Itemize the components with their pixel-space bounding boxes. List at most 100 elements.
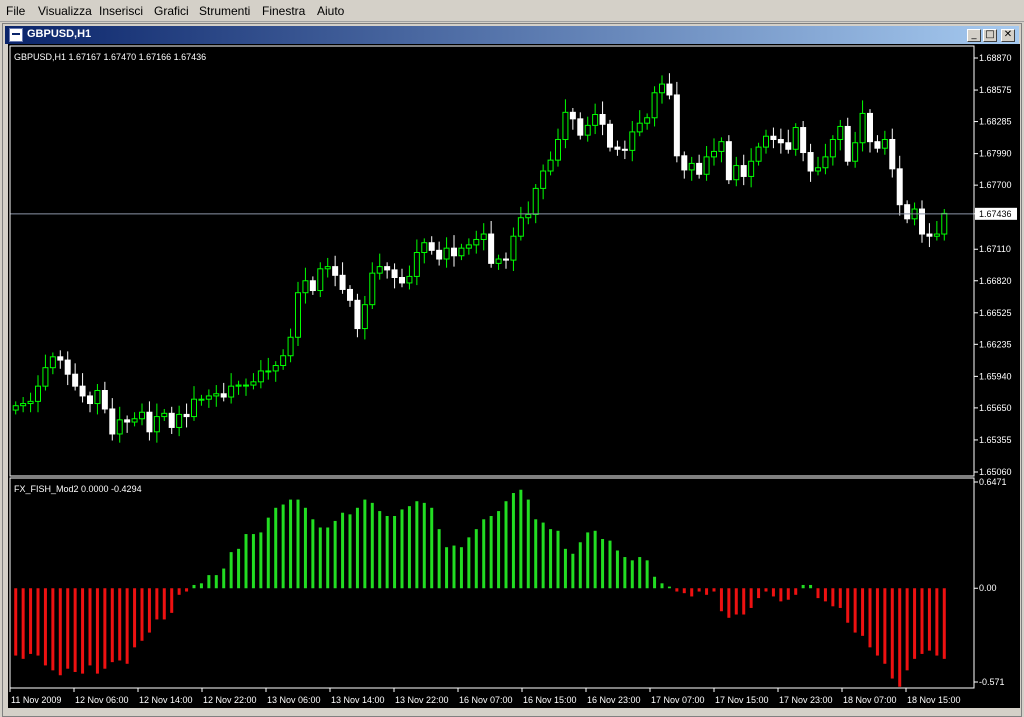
candle-body <box>354 299 361 330</box>
time-axis: 11 Nov 2009 12 Nov 06:00 12 Nov 14:00 12 No… <box>9 688 961 705</box>
candle-body <box>20 403 27 407</box>
candle-body <box>79 385 86 397</box>
indicator-bar <box>868 588 872 648</box>
candle-body <box>124 419 131 423</box>
menu-grafici[interactable]: Grafici <box>154 4 189 18</box>
indicator-bar <box>192 584 196 589</box>
indicator-bar <box>712 588 716 592</box>
candle-body <box>428 242 435 251</box>
indicator-bar <box>779 588 783 602</box>
menu-visualizza[interactable]: Visualizza <box>38 4 92 18</box>
indicator-bar <box>764 588 768 592</box>
candle-body <box>733 165 740 181</box>
candle-body <box>57 356 64 361</box>
indicator-bar <box>162 588 166 620</box>
candle-body <box>904 204 911 220</box>
candle-body <box>280 355 287 367</box>
indicator-bar <box>534 519 538 589</box>
indicator-bar <box>281 504 285 589</box>
candle-body <box>525 213 532 219</box>
indicator-bar <box>125 588 129 664</box>
candle-body <box>391 269 398 278</box>
candle-body <box>696 162 703 175</box>
minimize-button[interactable]: _ <box>967 29 981 42</box>
indicator-bar <box>237 548 241 589</box>
indicator-bar <box>927 588 931 651</box>
indicator-bar <box>296 499 300 589</box>
indicator-bar <box>133 588 137 648</box>
indicator-bar <box>630 560 634 589</box>
time-tick-label: 13 Nov 06:00 <box>267 695 321 705</box>
candle-body <box>621 148 628 151</box>
candle-body <box>488 233 495 264</box>
indicator-layer <box>14 489 946 687</box>
indicator-tick-label: 0.6471 <box>979 477 1007 487</box>
candle-body <box>413 252 420 277</box>
indicator-bar <box>675 588 679 592</box>
menu-file[interactable]: File <box>6 4 25 18</box>
candle-body <box>361 304 368 330</box>
time-tick-label: 17 Nov 23:00 <box>779 695 833 705</box>
menu-inserisci[interactable]: Inserisci <box>99 4 143 18</box>
indicator-bar <box>838 588 842 608</box>
indicator-bar <box>667 586 671 589</box>
candle-body <box>153 416 160 433</box>
candle-body <box>792 127 799 150</box>
menu-strumenti[interactable]: Strumenti <box>199 4 250 18</box>
time-tick-label: 17 Nov 15:00 <box>715 695 769 705</box>
candle-body <box>243 384 249 387</box>
indicator-bar <box>445 547 449 589</box>
maximize-button[interactable]: □ <box>983 29 997 42</box>
candle-body <box>889 138 896 170</box>
indicator-bar <box>786 588 790 600</box>
time-tick-label: 17 Nov 07:00 <box>651 695 705 705</box>
indicator-bar <box>853 588 857 633</box>
indicator-bar <box>645 560 649 589</box>
candle-body <box>257 370 264 383</box>
window-titlebar[interactable]: GBPUSD,H1 _ □ ✕ <box>5 26 1019 44</box>
indicator-bar <box>467 537 471 589</box>
close-button[interactable]: ✕ <box>1001 29 1015 42</box>
indicator-bar <box>497 511 501 589</box>
menu-aiuto[interactable]: Aiuto <box>317 4 344 18</box>
candle-body <box>27 400 34 405</box>
indicator-bar <box>586 532 590 589</box>
price-tick-label: 1.68870 <box>979 53 1012 63</box>
candle-body <box>740 165 747 177</box>
candle-body <box>933 233 940 237</box>
indicator-bar <box>81 588 85 674</box>
indicator-bar <box>393 516 397 589</box>
candle-body <box>168 412 175 428</box>
indicator-bar <box>170 588 174 613</box>
indicator-bar <box>883 588 887 664</box>
indicator-bar <box>549 529 553 589</box>
candle-body <box>465 244 472 249</box>
indicator-bar <box>430 507 434 589</box>
price-tick-label: 1.67436 <box>979 209 1012 219</box>
candle-body <box>874 141 881 149</box>
indicator-bar <box>942 588 946 659</box>
trading-chart[interactable]: GBPUSD,H1 1.67167 1.67470 1.67166 1.6743… <box>8 44 1020 708</box>
indicator-bar <box>147 588 151 633</box>
indicator-bar <box>199 583 203 589</box>
candles-layer <box>10 73 974 443</box>
indicator-bar <box>21 588 25 659</box>
indicator-bar <box>511 493 515 589</box>
candle-body <box>332 266 339 276</box>
indicator-bar <box>207 575 211 589</box>
indicator-bar <box>601 538 605 589</box>
time-tick-label: 13 Nov 22:00 <box>395 695 449 705</box>
candle-body <box>205 395 212 400</box>
price-tick-label: 1.67110 <box>979 244 1011 254</box>
candle-body <box>517 217 524 237</box>
candle-body <box>532 187 539 215</box>
menu-finestra[interactable]: Finestra <box>262 4 305 18</box>
indicator-bar <box>326 527 330 589</box>
candle-body <box>12 405 19 411</box>
indicator-bar <box>608 540 612 589</box>
candle-body <box>183 413 190 418</box>
window-title: GBPUSD,H1 <box>27 28 92 40</box>
indicator-bar <box>422 502 426 589</box>
price-tick-label: 1.66820 <box>979 276 1012 286</box>
indicator-bar <box>875 588 879 656</box>
